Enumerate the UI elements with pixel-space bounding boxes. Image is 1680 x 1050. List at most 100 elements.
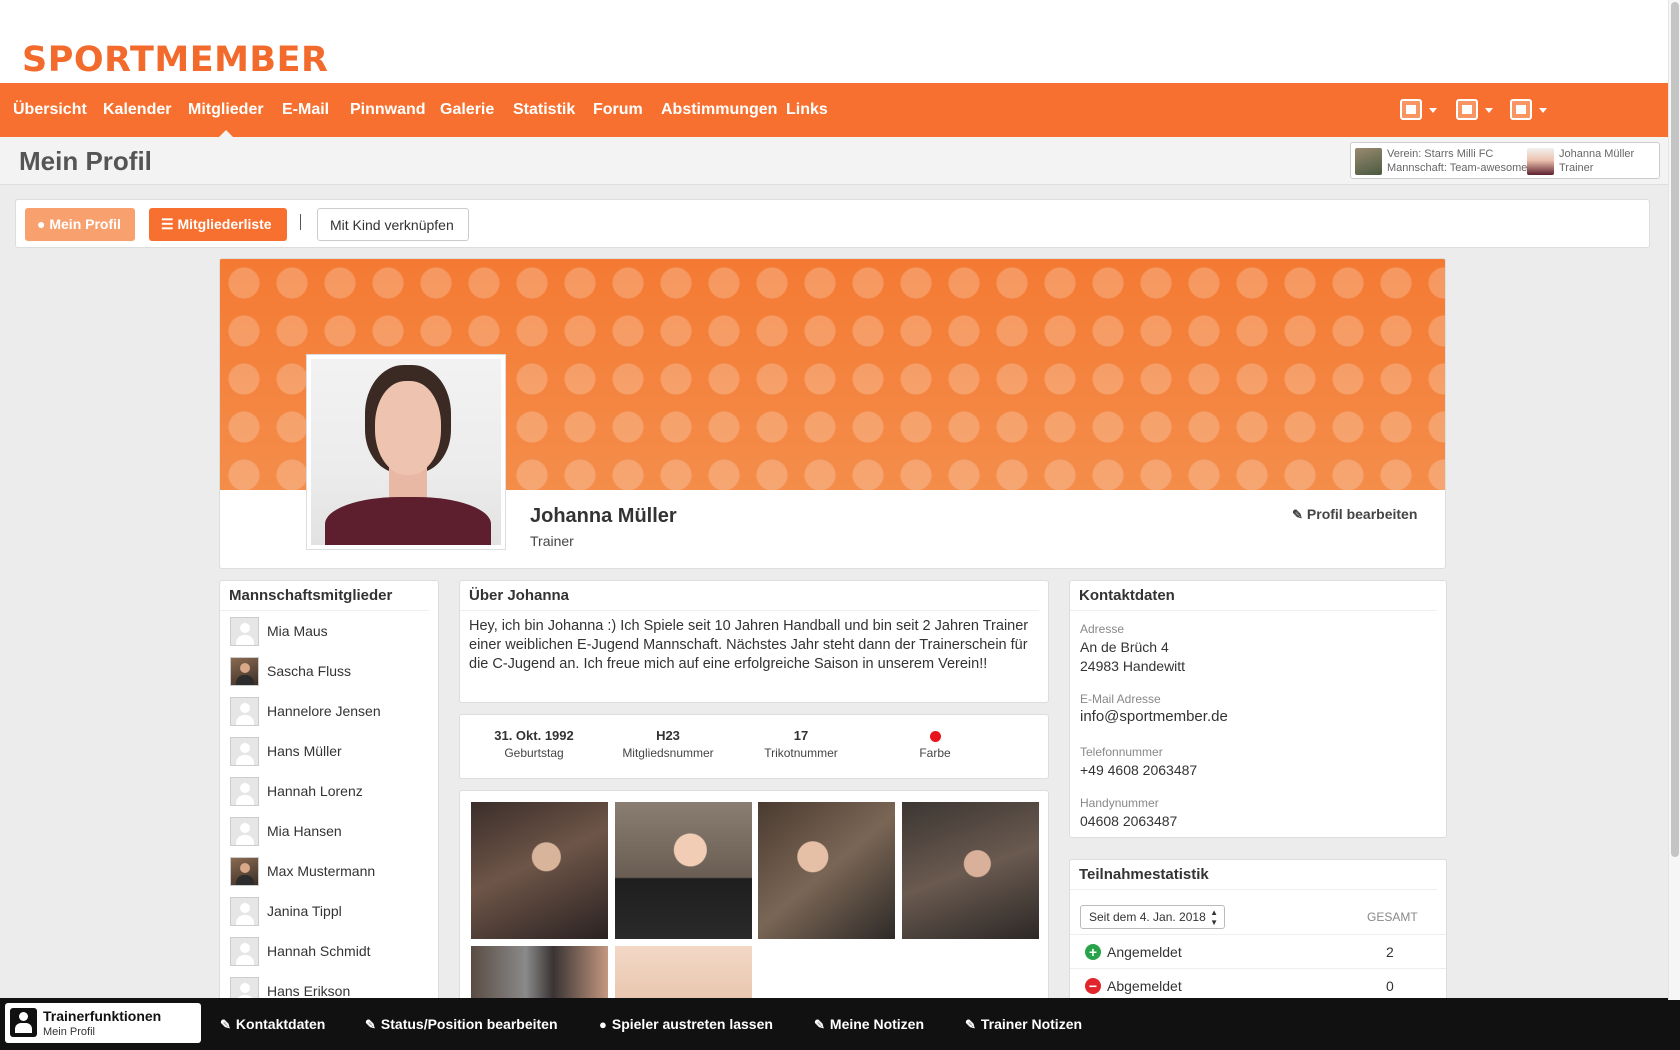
top-bar: SPORTMEMBER: [0, 0, 1668, 83]
nav-pinnwand[interactable]: Pinnwand: [350, 83, 426, 137]
total-header: GESAMT: [1367, 910, 1418, 924]
list-item[interactable]: Hans Müller: [229, 731, 429, 771]
list-item[interactable]: Janina Tippl: [229, 891, 429, 931]
avatar: [230, 657, 259, 686]
my-profile-button[interactable]: ● Mein Profil: [25, 208, 135, 241]
link-child-button[interactable]: Mit Kind verknüpfen: [317, 208, 469, 241]
avatar: [230, 617, 259, 646]
trainer-functions-button[interactable]: Trainerfunktionen Mein Profil: [5, 1003, 201, 1043]
list-item[interactable]: Hannelore Jensen: [229, 691, 429, 731]
member-name: Janina Tippl: [267, 903, 342, 919]
gallery-photo-2[interactable]: [615, 802, 752, 939]
birthday-value: 31. Okt. 1992: [494, 728, 574, 743]
profile-photo: [311, 359, 501, 545]
home-menu[interactable]: [1400, 98, 1440, 122]
contact-title: Kontaktdaten: [1070, 581, 1437, 611]
avatar: [230, 777, 259, 806]
chevron-down-icon: [1539, 108, 1547, 113]
stat-shirt-number: 17 Trikotnummer: [731, 728, 871, 760]
user-role: Trainer: [1559, 162, 1594, 174]
phone-value[interactable]: +49 4608 2063487: [1080, 761, 1197, 779]
registered-label: Angemeldet: [1107, 944, 1182, 960]
gallery-photo-4[interactable]: [902, 802, 1039, 939]
member-list-button[interactable]: ☰ Mitgliederliste: [149, 208, 287, 241]
attendance-panel: Teilnahmestatistik Seit dem 4. Jan. 2018…: [1069, 859, 1447, 1005]
list-item[interactable]: Hannah Schmidt: [229, 931, 429, 971]
list-item[interactable]: Hannah Lorenz: [229, 771, 429, 811]
chevron-down-icon: [1485, 108, 1493, 113]
trainer-notes-button[interactable]: ✎ Trainer Notizen: [965, 998, 1082, 1050]
profile-stats-panel: 31. Okt. 1992 Geburtstag H23 Mitgliedsnu…: [459, 714, 1049, 779]
mobile-label: Handynummer: [1080, 796, 1159, 810]
stat-color: Farbe: [865, 728, 1005, 760]
member-name: Hannah Schmidt: [267, 943, 371, 959]
nav-uebersicht[interactable]: Übersicht: [13, 83, 87, 137]
chevron-down-icon: [1429, 108, 1437, 113]
minus-circle-icon: −: [1085, 978, 1101, 994]
shirt-number-label: Trikotnummer: [764, 746, 838, 760]
edit-contact-button[interactable]: ✎ Kontaktdaten: [220, 998, 325, 1050]
user-name: Johanna Müller: [1559, 148, 1635, 160]
avatar: [230, 937, 259, 966]
avatar: [230, 897, 259, 926]
list-item[interactable]: Mia Hansen: [229, 811, 429, 851]
email-label: E-Mail Adresse: [1080, 692, 1161, 706]
nav-email[interactable]: E-Mail: [282, 83, 329, 137]
avatar: [230, 697, 259, 726]
select-arrows-icon: ▲ ▼: [1210, 908, 1218, 927]
club-name: Verein: Starrs Milli FC: [1387, 148, 1494, 160]
list-item[interactable]: Max Mustermann: [229, 851, 429, 891]
gallery-photo-3[interactable]: [758, 802, 895, 939]
color-dot: [929, 731, 941, 742]
member-name: Mia Hansen: [267, 823, 342, 839]
list-icon: ☰: [161, 216, 174, 232]
photo-gallery-panel: [459, 790, 1049, 1005]
remove-player-button[interactable]: ● Spieler austreten lassen: [599, 998, 773, 1050]
club-team-switcher[interactable]: Verein: Starrs Milli FC Mannschaft: Team…: [1350, 142, 1660, 179]
about-panel: Über Johanna Hey, ich bin Johanna :) Ich…: [459, 580, 1049, 703]
nav-statistik[interactable]: Statistik: [513, 83, 575, 137]
user-icon: [1510, 99, 1532, 120]
group-icon: [1456, 99, 1478, 120]
user-menu[interactable]: [1510, 98, 1550, 122]
profile-name: Johanna Müller: [530, 505, 677, 527]
member-name: Mia Maus: [267, 623, 328, 639]
profile-avatar: [306, 354, 506, 550]
attendance-title: Teilnahmestatistik: [1070, 860, 1437, 890]
plus-circle-icon: +: [1085, 944, 1101, 960]
user-thumbnail: [1527, 148, 1554, 175]
gallery-photo-6[interactable]: [615, 946, 752, 1004]
my-notes-button[interactable]: ✎ Meine Notizen: [814, 998, 924, 1050]
club-thumbnail: [1355, 148, 1382, 175]
stat-member-number: H23 Mitgliedsnummer: [598, 728, 738, 760]
pencil-icon: ✎: [365, 1017, 376, 1032]
edit-status-button[interactable]: ✎ Status/Position bearbeiten: [365, 998, 558, 1050]
member-name: Sascha Fluss: [267, 663, 352, 679]
email-link[interactable]: info@sportmember.de: [1080, 708, 1228, 726]
nav-abstimmungen[interactable]: Abstimmungen: [661, 83, 777, 137]
gallery-photo-5[interactable]: [471, 946, 608, 1004]
member-list: Mia Maus Sascha Fluss Hannelore Jensen Hans…: [220, 611, 438, 1004]
nav-forum[interactable]: Forum: [593, 83, 643, 137]
sportmember-logo[interactable]: SPORTMEMBER: [22, 40, 328, 80]
profile-role: Trainer: [530, 533, 574, 549]
minus-circle-icon: ●: [599, 1017, 607, 1032]
page-scrollbar[interactable]: [1668, 0, 1680, 1000]
list-item[interactable]: Mia Maus: [229, 611, 429, 651]
gallery-photo-1[interactable]: [471, 802, 608, 939]
about-text: Hey, ich bin Johanna :) Ich Spiele seit …: [469, 618, 1029, 672]
team-menu[interactable]: [1456, 98, 1496, 122]
trainer-action-bar: Trainerfunktionen Mein Profil ✎ Kontaktda…: [0, 998, 1680, 1050]
scrollbar-thumb[interactable]: [1671, 2, 1679, 857]
edit-profile-link[interactable]: ✎ Profil bearbeiten: [1292, 506, 1417, 523]
period-select[interactable]: Seit dem 4. Jan. 2018 ▲ ▼: [1080, 905, 1225, 929]
list-item[interactable]: Sascha Fluss: [229, 651, 429, 691]
nav-links[interactable]: Links: [786, 83, 828, 137]
nav-kalender[interactable]: Kalender: [103, 83, 171, 137]
mobile-value[interactable]: 04608 2063487: [1080, 812, 1177, 830]
member-name: Hans Müller: [267, 743, 342, 759]
nav-mitglieder[interactable]: Mitglieder: [188, 83, 264, 137]
about-title: Über Johanna: [460, 581, 1039, 611]
nav-galerie[interactable]: Galerie: [440, 83, 494, 137]
attendance-row-deregistered: − Abgemeldet 0: [1070, 968, 1446, 1002]
